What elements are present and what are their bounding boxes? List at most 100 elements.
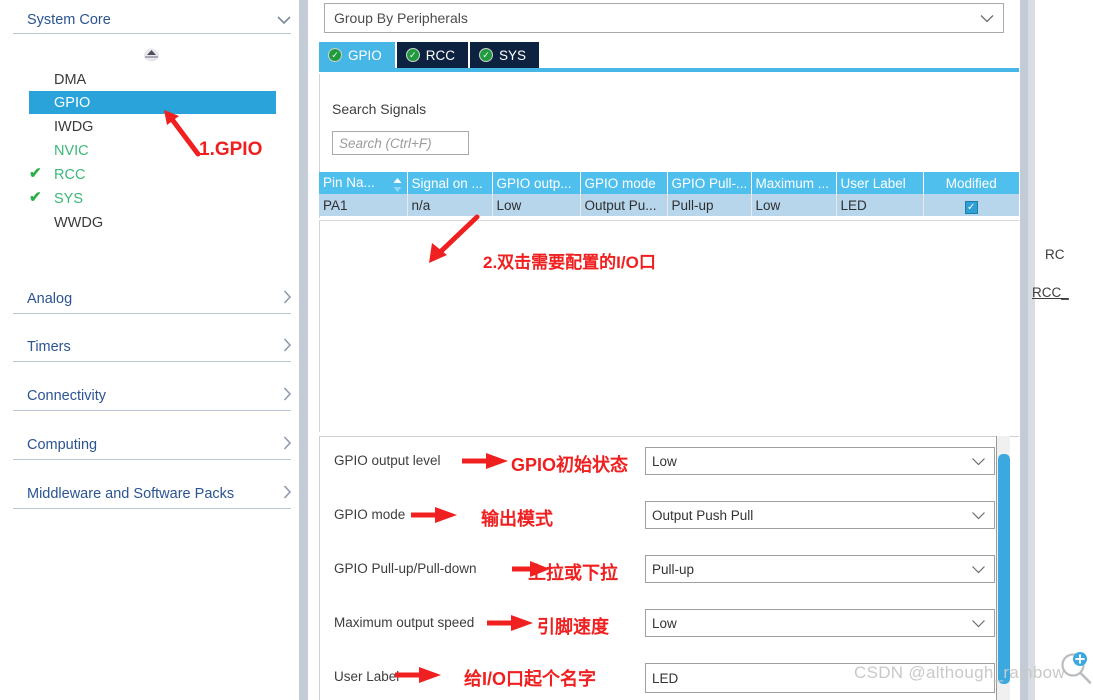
sidebar-category-label: Middleware and Software Packs — [27, 486, 235, 502]
chevron-down-icon[interactable] — [971, 562, 986, 577]
column-header-maximum-speed[interactable]: Maximum ... — [751, 172, 837, 194]
cell-gpio-mode[interactable]: Output Pu... — [580, 194, 668, 216]
maximum-output-speed-dropdown[interactable]: Low — [645, 609, 995, 637]
sidebar-category-label: Connectivity — [27, 388, 106, 404]
cell-modified[interactable]: ✓ — [923, 194, 1019, 216]
right-scroll-track[interactable] — [1028, 0, 1035, 700]
sidebar-divider — [13, 33, 291, 34]
group-by-value: Group By Peripherals — [334, 10, 468, 26]
check-circle-icon: ✓ — [479, 48, 494, 62]
column-header-signal-on[interactable]: Signal on ... — [407, 172, 493, 194]
sidebar-category-middleware[interactable]: Middleware and Software Packs — [12, 472, 292, 516]
sidebar-category-computing[interactable]: Computing — [12, 423, 292, 467]
sidebar-item-sys[interactable]: ✔ SYS — [29, 187, 276, 210]
sidebar-item-rcc[interactable]: ✔ RCC — [29, 163, 276, 186]
sidebar-category-label: Computing — [27, 437, 98, 453]
config-row-gpio-mode: GPIO mode Output Push Pull — [320, 497, 1020, 551]
right-fragment-rcc: RCC_ — [1032, 285, 1069, 300]
config-row-gpio-output-level: GPIO output level Low — [320, 443, 1020, 497]
tab-label: RCC — [425, 47, 456, 63]
check-icon: ✔ — [29, 189, 42, 206]
sidebar-divider — [13, 508, 291, 509]
column-header-gpio-output[interactable]: GPIO outp... — [492, 172, 581, 194]
group-by-dropdown[interactable]: Group By Peripherals — [324, 3, 1004, 33]
chevron-right-icon[interactable] — [282, 435, 292, 455]
sidebar-category-label: Analog — [27, 291, 73, 307]
peripheral-tabs: ✓ GPIO ✓ RCC ✓ SYS — [319, 42, 541, 68]
divider-edge — [296, 0, 299, 700]
config-value: Low — [652, 453, 677, 469]
sidebar-item-dma[interactable]: DMA — [29, 68, 276, 91]
sidebar-divider — [13, 313, 291, 314]
sidebar-divider — [13, 361, 291, 362]
sidebar-item-label: NVIC — [54, 142, 89, 159]
tab-rcc[interactable]: ✓ RCC — [396, 42, 469, 68]
sidebar-category-timers[interactable]: Timers — [12, 325, 292, 369]
right-panel-sliver: RC RCC_ — [1020, 0, 1093, 700]
sidebar-category-connectivity[interactable]: Connectivity — [12, 374, 292, 418]
chevron-down-icon[interactable] — [971, 508, 986, 523]
sidebar-category-analog[interactable]: Analog — [12, 277, 292, 321]
config-panel-scrollbar[interactable] — [996, 436, 1010, 700]
tab-gpio[interactable]: ✓ GPIO — [319, 42, 395, 68]
chevron-right-icon[interactable] — [282, 289, 292, 309]
table-header-row: Pin Na... Signal on ... GPIO outp... GPI… — [319, 172, 1019, 194]
app-root: System Core DMA GPIO IWDG NVIC ✔ RCC ✔ S… — [0, 0, 1093, 700]
cell-pin-name[interactable]: PA1 — [319, 194, 408, 216]
sidebar-item-nvic[interactable]: NVIC — [29, 139, 276, 162]
panel-divider[interactable] — [296, 0, 310, 700]
sidebar-section-label: System Core — [27, 12, 111, 28]
pin-configuration-table: Pin Na... Signal on ... GPIO outp... GPI… — [319, 172, 1019, 216]
cell-signal-on[interactable]: n/a — [407, 194, 493, 216]
config-row-maximum-output-speed: Maximum output speed Low — [320, 605, 1020, 659]
chevron-down-icon[interactable] — [979, 10, 995, 26]
chevron-right-icon[interactable] — [282, 484, 292, 504]
tab-label: SYS — [499, 47, 527, 63]
config-label: Maximum output speed — [334, 615, 475, 630]
gpio-output-level-dropdown[interactable]: Low — [645, 447, 995, 475]
cell-gpio-pull[interactable]: Pull-up — [667, 194, 752, 216]
check-circle-icon: ✓ — [405, 48, 420, 62]
pin-configuration-panel: GPIO output level Low GPIO mode Output P… — [319, 436, 1019, 700]
column-header-pin-name[interactable]: Pin Na... — [319, 172, 408, 194]
column-label: Pin Na... — [323, 174, 375, 190]
column-header-gpio-mode[interactable]: GPIO mode — [580, 172, 668, 194]
sidebar-divider — [13, 410, 291, 411]
config-value: Output Push Pull — [652, 507, 754, 523]
signals-panel-border — [319, 74, 1019, 432]
cell-gpio-output[interactable]: Low — [492, 194, 581, 216]
chevron-right-icon[interactable] — [282, 337, 292, 357]
sidebar-item-label: IWDG — [54, 118, 94, 135]
column-header-modified[interactable]: Modified — [923, 172, 1019, 194]
sidebar: System Core DMA GPIO IWDG NVIC ✔ RCC ✔ S… — [0, 0, 296, 700]
tab-sys[interactable]: ✓ SYS — [470, 42, 540, 68]
config-panel-scrollbar-thumb[interactable] — [998, 454, 1010, 684]
check-icon: ✔ — [29, 165, 42, 182]
cell-maximum-speed[interactable]: Low — [751, 194, 837, 216]
modified-checkbox[interactable]: ✓ — [964, 201, 978, 214]
chevron-right-icon[interactable] — [282, 386, 292, 406]
table-bottom-rule — [319, 220, 1019, 221]
config-value: Low — [652, 615, 677, 631]
table-row[interactable]: PA1 n/a Low Output Pu... Pull-up Low LED… — [319, 194, 1019, 216]
gpio-pull-dropdown[interactable]: Pull-up — [645, 555, 995, 583]
sidebar-item-iwdg[interactable]: IWDG — [29, 115, 276, 138]
scroll-up-icon[interactable] — [143, 46, 160, 62]
sidebar-item-gpio[interactable]: GPIO — [29, 91, 276, 114]
gpio-mode-dropdown[interactable]: Output Push Pull — [645, 501, 995, 529]
chevron-down-icon[interactable] — [971, 454, 986, 469]
sidebar-item-label: SYS — [54, 190, 84, 207]
config-label: GPIO output level — [334, 453, 441, 468]
sort-arrows-icon[interactable] — [393, 177, 402, 194]
check-circle-icon: ✓ — [328, 48, 342, 62]
cell-user-label[interactable]: LED — [836, 194, 924, 216]
search-input[interactable]: Search (Ctrl+F) — [332, 131, 469, 155]
column-header-user-label[interactable]: User Label — [836, 172, 924, 194]
chevron-down-icon[interactable] — [276, 12, 292, 29]
zoom-in-icon[interactable] — [1059, 652, 1093, 691]
column-header-gpio-pull[interactable]: GPIO Pull-... — [667, 172, 752, 194]
sidebar-item-wwdg[interactable]: WWDG — [29, 211, 276, 234]
config-label: User Label — [334, 669, 400, 684]
chevron-down-icon[interactable] — [971, 616, 986, 631]
sidebar-item-label: DMA — [54, 71, 87, 88]
